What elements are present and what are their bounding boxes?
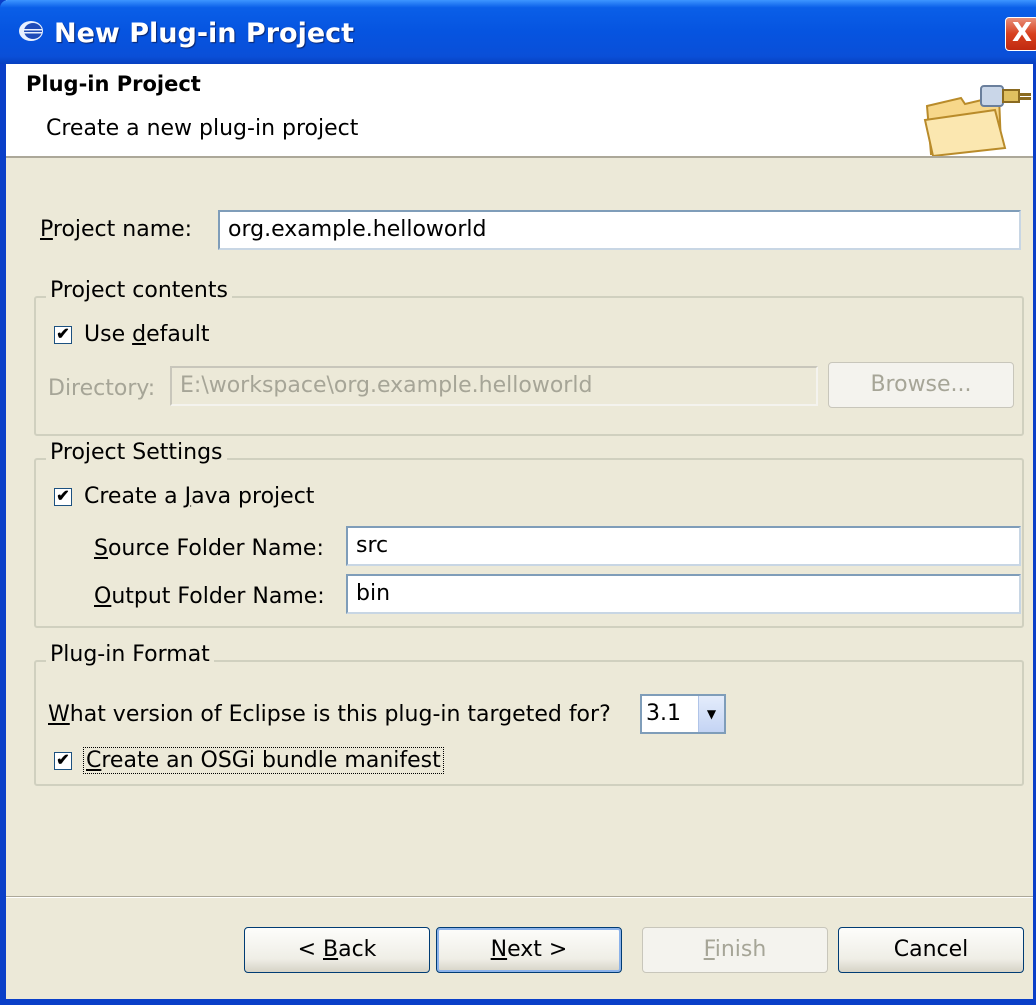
plugin-folder-icon bbox=[923, 85, 1031, 156]
directory-label: Directory: bbox=[48, 376, 156, 401]
plugin-format-title: Plug-in Format bbox=[46, 642, 214, 667]
project-name-input[interactable]: org.example.helloworld bbox=[218, 210, 1021, 250]
button-bar-separator bbox=[6, 896, 1033, 898]
wizard-header: Plug-in Project Create a new plug-in pro… bbox=[6, 64, 1033, 158]
eclipse-version-select[interactable]: 3.1 ▼ bbox=[640, 694, 726, 734]
osgi-manifest-label[interactable]: Create an OSGi bundle manifest bbox=[83, 747, 444, 774]
cancel-button[interactable]: Cancel bbox=[838, 927, 1024, 973]
close-button[interactable]: X bbox=[1005, 17, 1036, 51]
directory-input[interactable]: E:\workspace\org.example.helloworld bbox=[170, 366, 818, 406]
chevron-down-icon[interactable]: ▼ bbox=[698, 696, 724, 732]
next-button[interactable]: Next > bbox=[436, 927, 622, 973]
create-java-project-label[interactable]: Create a Java project bbox=[84, 484, 314, 509]
use-default-label[interactable]: Use default bbox=[84, 322, 210, 347]
eclipse-icon bbox=[19, 21, 43, 41]
close-icon: X bbox=[1011, 18, 1033, 48]
window-title: New Plug-in Project bbox=[54, 18, 355, 49]
source-folder-input[interactable]: src bbox=[346, 526, 1021, 566]
project-name-label: Project name: bbox=[40, 217, 193, 242]
new-plugin-project-dialog: New Plug-in Project X Plug-in Project Cr… bbox=[0, 0, 1036, 1005]
source-folder-label: Source Folder Name: bbox=[94, 536, 324, 561]
finish-button[interactable]: Finish bbox=[642, 927, 828, 973]
title-bar[interactable]: New Plug-in Project X bbox=[0, 0, 1036, 64]
project-contents-title: Project contents bbox=[46, 278, 232, 303]
eclipse-version-value: 3.1 bbox=[646, 701, 681, 726]
create-java-project-checkbox[interactable]: ✔ bbox=[54, 488, 72, 506]
eclipse-version-label: What version of Eclipse is this plug-in … bbox=[48, 702, 611, 727]
output-folder-input[interactable]: bin bbox=[346, 574, 1021, 614]
page-description: Create a new plug-in project bbox=[46, 116, 359, 141]
osgi-manifest-checkbox[interactable]: ✔ bbox=[54, 752, 72, 770]
project-settings-title: Project Settings bbox=[46, 440, 227, 465]
output-folder-label: Output Folder Name: bbox=[94, 584, 325, 609]
browse-button[interactable]: Browse... bbox=[828, 362, 1014, 408]
back-button[interactable]: < Back bbox=[244, 927, 430, 973]
use-default-checkbox[interactable]: ✔ bbox=[54, 326, 72, 344]
page-title: Plug-in Project bbox=[26, 72, 201, 96]
